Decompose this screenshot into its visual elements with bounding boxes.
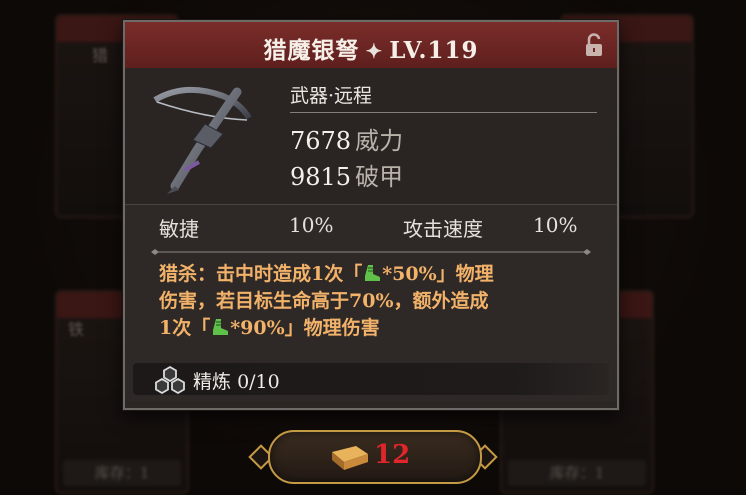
boot-icon <box>365 265 381 281</box>
item-level: LV.119 <box>389 37 479 64</box>
crossbow-icon <box>153 86 252 194</box>
attribute-value: 10% <box>289 213 334 237</box>
refine-hex-icon <box>155 365 185 395</box>
boot-icon <box>213 319 229 335</box>
item-detail-panel: 猎魔银弩 ✦ LV.119 武器·远程 7678 威力 9815 破甲 敏捷 1… <box>123 20 619 410</box>
refine-bar[interactable]: 精炼 0/10 <box>133 363 609 395</box>
refine-value: 0/10 <box>237 371 280 393</box>
skill-text: 伤害，若目标生命高于70%，额外造成 <box>159 290 489 312</box>
stat-value: 7678 <box>290 127 352 155</box>
attribute-label: 敏捷 <box>159 217 199 241</box>
cost-amount: 12 <box>374 440 411 470</box>
cost-button[interactable]: 12 <box>248 428 498 484</box>
gold-ingot-icon <box>332 446 368 470</box>
stat-value: 9815 <box>290 163 352 191</box>
skill-text: *90%」物理伤害 <box>230 317 380 339</box>
attribute-row: 敏捷 10% 攻击速度 10% <box>159 213 583 243</box>
refine-label: 精炼 <box>193 371 232 393</box>
stat-label: 破甲 <box>355 163 404 191</box>
item-attributes: 敏捷 10% 攻击速度 10% 猎杀：击中时造成1次「 *50%」物理 伤害，若目… <box>125 204 617 401</box>
item-summary: 武器·远程 7678 威力 9815 破甲 <box>125 68 617 204</box>
skill-description: 猎杀：击中时造成1次「 *50%」物理 伤害，若目标生命高于70%，额外造成 1次… <box>159 261 589 342</box>
attribute-label: 攻击速度 <box>403 217 483 241</box>
stat-power: 7678 威力 <box>290 121 403 156</box>
skill-text: 1次「 <box>159 317 211 339</box>
stat-armor-break: 9815 破甲 <box>290 157 403 192</box>
lock-icon[interactable] <box>581 32 607 58</box>
refine-text: 精炼 0/10 <box>193 367 280 394</box>
item-title-bar: 猎魔银弩 ✦ LV.119 <box>125 22 617 69</box>
ornate-divider <box>151 249 591 255</box>
stat-label: 威力 <box>355 127 404 155</box>
divider <box>290 112 597 113</box>
item-name: 猎魔银弩 <box>263 37 360 64</box>
item-title: 猎魔银弩 ✦ LV.119 <box>125 31 617 65</box>
skill-text: *50%」物理 <box>382 263 494 285</box>
attribute-value: 10% <box>533 213 578 237</box>
item-category: 武器·远程 <box>290 85 373 107</box>
four-point-star-icon: ✦ <box>365 39 384 63</box>
skill-text: 猎杀：击中时造成1次「 <box>159 263 363 285</box>
